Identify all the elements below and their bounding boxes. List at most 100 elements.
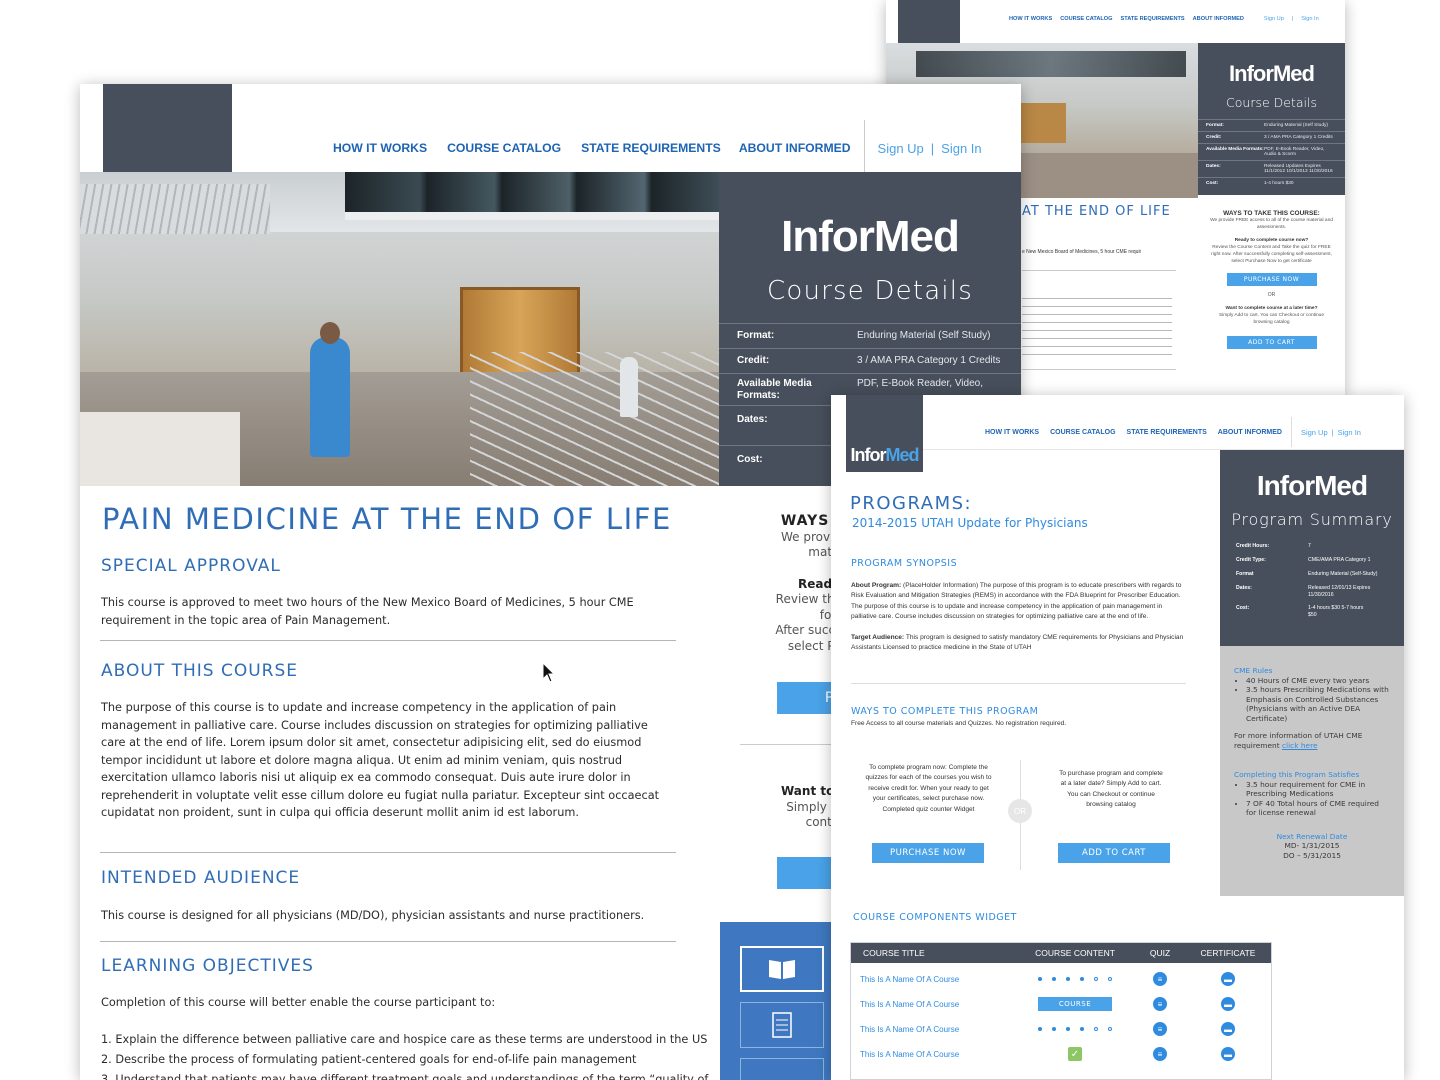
objectives-list: 1. Explain the difference between pallia… [101, 1030, 709, 1080]
check-icon: ✓ [1068, 1047, 1082, 1061]
sign-up-link[interactable]: Sign Up [1264, 16, 1284, 22]
document-icon[interactable] [740, 1002, 824, 1048]
table-header: COURSE TITLE COURSE CONTENT QUIZ CERTIFI… [851, 943, 1271, 963]
objective-item: 3. Understand that patients may have dif… [101, 1073, 709, 1080]
course-tools-sidebar [720, 922, 840, 1080]
ways-heading: WAYS TO COMPLETE THIS PROGRAM [851, 706, 1039, 717]
click-here-link[interactable]: click here [1282, 741, 1318, 750]
objectives-heading: LEARNING OBJECTIVES [101, 956, 314, 976]
nav-state-requirements[interactable]: STATE REQUIREMENTS [1121, 16, 1185, 22]
divider [100, 640, 676, 641]
widget-heading: COURSE COMPONENTS WIDGET [853, 912, 1017, 923]
summary-list: Credit Hours: 7 Credit Type: CME/AMA PRA C… [1236, 543, 1378, 618]
about-text: The purpose of this course is to update … [101, 701, 660, 819]
divider [100, 852, 676, 853]
page-title-fragment: AT THE END OF LIFE [1022, 204, 1171, 219]
table-row[interactable]: This Is A Name Of A Course COURSE ≡ ▬ [851, 995, 1271, 1013]
program-name: 2014-2015 UTAH Update for Physicians [852, 516, 1088, 530]
hero-image [80, 172, 719, 486]
special-approval-heading: SPECIAL APPROVAL [101, 556, 281, 576]
nav-how-it-works[interactable]: HOW IT WORKS [1009, 16, 1052, 22]
cme-rules-panel: CME Rules 40 Hours of CME every two year… [1220, 646, 1404, 896]
synopsis-text: About Program: (PlaceHolder Information)… [851, 582, 1184, 652]
synopsis-heading: PROGRAM SYNOPSIS [851, 558, 958, 569]
table-row[interactable]: This Is A Name Of A Course ≡ ▬ [851, 1020, 1271, 1038]
table-row[interactable]: This Is A Name Of A Course ≡ ▬ [851, 970, 1271, 988]
audience-heading: INTENDED AUDIENCE [101, 868, 301, 888]
nav-course-catalog[interactable]: COURSE CATALOG [1050, 429, 1115, 436]
logo-box[interactable]: InforMed [846, 395, 923, 472]
progress-dots [1015, 1027, 1135, 1031]
certificate-icon[interactable]: ▬ [1221, 1047, 1235, 1061]
nav-about-informed[interactable]: ABOUT INFORMED [1193, 16, 1244, 22]
divider [100, 941, 676, 942]
program-page: InforMed HOW IT WORKS COURSE CATALOG STA… [831, 395, 1404, 1080]
top-nav: HOW IT WORKS COURSE CATALOG STATE REQUIR… [333, 120, 982, 176]
panel-title: Program Summary [1231, 510, 1393, 529]
nav-divider [863, 120, 865, 176]
page-title: PAIN MEDICINE AT THE END OF LIFE [102, 502, 672, 536]
nav-about-informed[interactable]: ABOUT INFORMED [1218, 429, 1282, 436]
complete-later-text: To purchase program and complete at a la… [1059, 770, 1163, 809]
panel-logo: InforMed [1256, 470, 1368, 501]
certificate-icon[interactable]: ▬ [1221, 972, 1235, 986]
objective-item: 2. Describe the process of formulating p… [101, 1053, 637, 1066]
nav-how-it-works[interactable]: HOW IT WORKS [333, 141, 427, 155]
purchase-now-button[interactable]: PURCHASE NOW [1226, 273, 1317, 286]
nav-separator: | [1331, 427, 1334, 437]
nav-separator: | [1291, 16, 1294, 22]
panel-title: Course Details [1226, 95, 1317, 110]
text-fragment: e New Mexico Board of Medicines, 5 hour … [1022, 249, 1142, 255]
nav-state-requirements[interactable]: STATE REQUIREMENTS [1127, 429, 1207, 436]
sign-up-link[interactable]: Sign Up [1301, 428, 1328, 437]
nav-how-it-works[interactable]: HOW IT WORKS [985, 429, 1039, 436]
quiz-icon[interactable]: ≡ [1153, 1047, 1167, 1061]
course-components-table: COURSE TITLE COURSE CONTENT QUIZ CERTIFI… [850, 942, 1272, 1080]
panel-title: Course Details [767, 276, 973, 306]
nav-separator: | [930, 140, 935, 156]
nurse-figure [310, 337, 350, 457]
text-lines [1022, 298, 1172, 358]
book-icon[interactable] [740, 946, 824, 992]
objective-item: 1. Explain the difference between pallia… [101, 1033, 708, 1046]
objectives-intro: Completion of this course will better en… [101, 996, 496, 1009]
program-summary-panel: InforMed Program Summary Credit Hours: 7 … [1220, 450, 1404, 646]
quiz-icon[interactable]: ≡ [1153, 972, 1167, 986]
panel-logo: InforMed [1229, 61, 1315, 86]
quiz-icon[interactable]: ≡ [1153, 997, 1167, 1011]
sign-in-link[interactable]: Sign In [1301, 16, 1318, 22]
add-to-cart-button[interactable]: ADD TO CART [1058, 843, 1170, 863]
quiz-icon[interactable]: ≡ [1153, 1022, 1167, 1036]
purchase-now-button[interactable]: PURCHASE NOW [872, 843, 984, 863]
sign-up-link[interactable]: Sign Up [878, 141, 924, 156]
complete-now-text: To complete program now: Complete the qu… [865, 764, 992, 813]
audience-text: This course is designed for all physicia… [101, 909, 645, 922]
table-row[interactable]: This Is A Name Of A Course ✓ ≡ ▬ [851, 1045, 1271, 1063]
nav-state-requirements[interactable]: STATE REQUIREMENTS [581, 141, 721, 155]
details-list: Format: Enduring Material (Self Study) Cr… [1198, 119, 1345, 189]
cursor-icon [542, 662, 556, 683]
nav-course-catalog[interactable]: COURSE CATALOG [1060, 16, 1112, 22]
sign-in-link[interactable]: Sign In [941, 141, 981, 156]
chart-icon[interactable] [740, 1058, 824, 1080]
certificate-icon[interactable]: ▬ [1221, 1022, 1235, 1036]
progress-dots [1015, 977, 1135, 981]
nav-about-informed[interactable]: ABOUT INFORMED [739, 141, 851, 155]
course-details-panel: InforMed Course Details Format: Enduring … [1198, 43, 1345, 195]
logo: InforMed [850, 445, 920, 465]
ways-text: Free Access to all course materials and … [851, 720, 1067, 727]
ways-box: WAYS TO TAKE THIS COURSE: We provide FRE… [1198, 210, 1345, 349]
top-nav: HOW IT WORKS COURSE CATALOG STATE REQUIR… [1009, 16, 1319, 22]
nav-divider [1290, 417, 1292, 447]
certificate-icon[interactable]: ▬ [1221, 997, 1235, 1011]
programs-heading: PROGRAMS: [850, 493, 973, 514]
about-heading: ABOUT THIS COURSE [101, 661, 299, 681]
panel-logo: InforMed [781, 212, 960, 261]
special-approval-text: This course is approved to meet two hour… [101, 596, 634, 627]
nav-course-catalog[interactable]: COURSE CATALOG [447, 141, 561, 155]
sign-in-link[interactable]: Sign In [1338, 428, 1361, 437]
or-badge: OR [1008, 799, 1032, 823]
course-button[interactable]: COURSE [1038, 997, 1112, 1011]
top-nav: HOW IT WORKS COURSE CATALOG STATE REQUIR… [985, 417, 1361, 447]
add-to-cart-button[interactable]: ADD TO CART [1226, 336, 1317, 349]
